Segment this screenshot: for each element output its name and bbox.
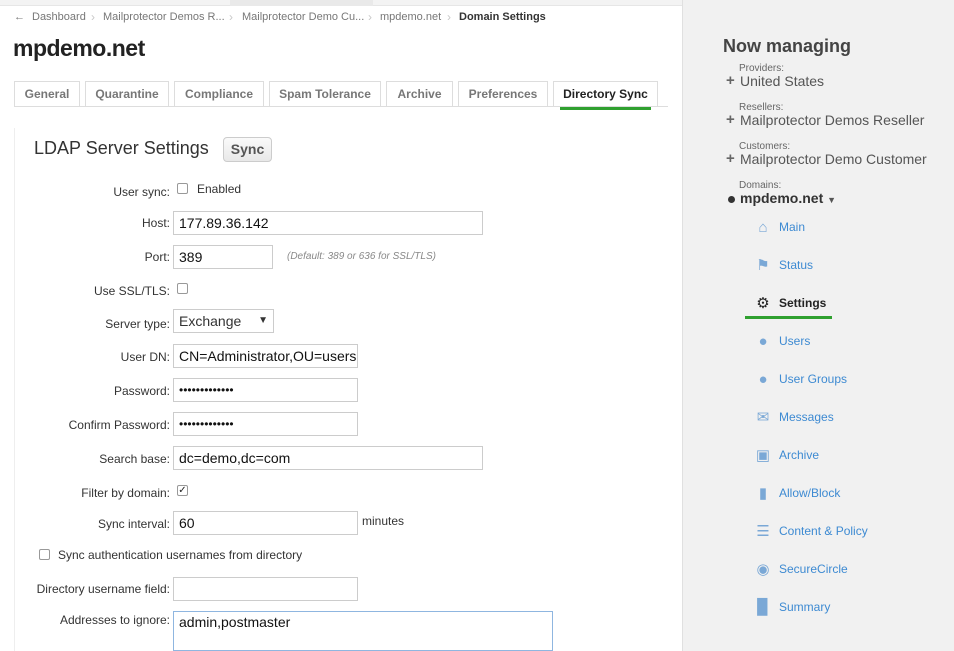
main-content: ← Dashboard › Mailprotector Demos R... ›… bbox=[0, 0, 682, 651]
gear-icon: ⚙ bbox=[756, 295, 770, 312]
dropdown-arrow-icon: ▼ bbox=[258, 315, 268, 326]
breadcrumb-customer[interactable]: Mailprotector Demo Cu... bbox=[242, 11, 364, 23]
confirm-password-label: Confirm Password: bbox=[68, 418, 170, 432]
back-arrow-icon[interactable]: ← bbox=[14, 11, 25, 23]
provider-link[interactable]: United States bbox=[740, 73, 824, 89]
envelope-icon: ✉ bbox=[756, 409, 770, 426]
page-title: mpdemo.net bbox=[13, 35, 145, 61]
dir-username-label: Directory username field: bbox=[36, 582, 170, 596]
tab-general[interactable]: General bbox=[14, 81, 80, 107]
flag-icon: ⚑ bbox=[756, 257, 770, 274]
sidebar-item-label: Status bbox=[779, 258, 814, 272]
section-title: LDAP Server Settings bbox=[34, 138, 209, 158]
tabs-divider bbox=[14, 106, 668, 107]
user-dn-label: User DN: bbox=[120, 350, 170, 364]
sync-interval-input[interactable]: 60 bbox=[173, 511, 358, 535]
tab-spam-tolerance[interactable]: Spam Tolerance bbox=[269, 81, 381, 107]
archive-icon: ▣ bbox=[755, 447, 771, 464]
user-dn-input[interactable]: CN=Administrator,OU=users bbox=[173, 344, 358, 368]
breadcrumb-separator: › bbox=[447, 10, 451, 24]
sidebar-item-label: Settings bbox=[779, 296, 827, 310]
door-icon: ▮ bbox=[758, 485, 768, 502]
domain-current[interactable]: mpdemo.net ▼ bbox=[740, 190, 836, 206]
breadcrumb-reseller[interactable]: Mailprotector Demos R... bbox=[103, 11, 225, 23]
caret-down-icon[interactable]: ▼ bbox=[827, 195, 836, 205]
expand-plus-icon[interactable]: + bbox=[726, 72, 735, 89]
home-icon: ⌂ bbox=[758, 219, 768, 236]
user-icon: ● bbox=[758, 333, 768, 350]
domain-name: mpdemo.net bbox=[740, 190, 824, 206]
securecircle-icon: ◉ bbox=[756, 561, 770, 578]
tab-preferences[interactable]: Preferences bbox=[458, 81, 548, 107]
port-hint: (Default: 389 or 636 for SSL/TLS) bbox=[287, 251, 436, 262]
port-input[interactable]: 389 bbox=[173, 245, 273, 269]
sidebar-item-label: Allow/Block bbox=[779, 486, 841, 500]
host-input[interactable]: 177.89.36.142 bbox=[173, 211, 483, 235]
password-label: Password: bbox=[113, 384, 170, 398]
filter-domain-label: Filter by domain: bbox=[81, 486, 170, 500]
active-indicator bbox=[745, 316, 832, 319]
sidebar-heading: Now managing bbox=[723, 36, 852, 56]
user-sync-checkbox[interactable] bbox=[177, 183, 188, 194]
server-type-label: Server type: bbox=[105, 317, 170, 331]
port-label: Port: bbox=[144, 250, 170, 264]
server-type-select[interactable]: Exchange ▼ bbox=[173, 309, 274, 333]
sync-interval-label: Sync interval: bbox=[97, 517, 170, 531]
user-groups-icon: ● bbox=[758, 371, 768, 388]
sidebar-item-label: Users bbox=[779, 334, 811, 348]
server-type-value: Exchange bbox=[179, 313, 242, 329]
expand-plus-icon[interactable]: + bbox=[726, 150, 735, 167]
tab-archive[interactable]: Archive bbox=[386, 81, 453, 107]
breadcrumb-domain[interactable]: mpdemo.net bbox=[380, 11, 441, 23]
user-sync-label: User sync: bbox=[113, 185, 170, 199]
dir-username-input[interactable] bbox=[173, 577, 358, 601]
sidebar-item-label: User Groups bbox=[779, 372, 848, 386]
filter-domain-checkbox[interactable]: ✓ bbox=[177, 485, 188, 496]
sync-button[interactable]: Sync bbox=[223, 137, 272, 162]
document-icon: ☰ bbox=[756, 523, 770, 540]
sync-interval-unit: minutes bbox=[362, 514, 405, 528]
panel-border bbox=[14, 128, 15, 651]
password-input[interactable]: ••••••••••••• bbox=[173, 378, 358, 402]
tab-directory-sync[interactable]: Directory Sync bbox=[553, 81, 658, 110]
search-base-input[interactable]: dc=demo,dc=com bbox=[173, 446, 483, 470]
tab-compliance[interactable]: Compliance bbox=[174, 81, 264, 107]
sidebar-item-label: Archive bbox=[779, 448, 820, 462]
user-sync-enabled-label: Enabled bbox=[197, 182, 242, 196]
addresses-ignore-textarea[interactable]: admin,postmaster bbox=[173, 611, 553, 651]
search-base-label: Search base: bbox=[99, 452, 170, 466]
reseller-link[interactable]: Mailprotector Demos Reseller bbox=[740, 112, 924, 128]
breadcrumb-separator: › bbox=[229, 10, 233, 24]
sidebar-item-label: Messages bbox=[779, 410, 834, 424]
sidebar-item-label: SecureCircle bbox=[779, 562, 848, 576]
bullet-icon bbox=[728, 196, 735, 203]
breadcrumb-separator: › bbox=[368, 10, 372, 24]
breadcrumb-current: Domain Settings bbox=[459, 11, 546, 23]
sync-auth-checkbox[interactable] bbox=[39, 549, 50, 560]
expand-plus-icon[interactable]: + bbox=[726, 111, 735, 128]
breadcrumb-separator: › bbox=[91, 10, 95, 24]
sidebar-item-label: Main bbox=[779, 220, 806, 234]
breadcrumb-dashboard[interactable]: Dashboard bbox=[32, 11, 86, 23]
ssl-label: Use SSL/TLS: bbox=[93, 284, 170, 298]
bar-chart-icon: ▉ bbox=[757, 599, 769, 616]
addresses-ignore-label: Addresses to ignore: bbox=[59, 613, 170, 627]
host-label: Host: bbox=[141, 216, 170, 230]
customer-link[interactable]: Mailprotector Demo Customer bbox=[740, 151, 927, 167]
sidebar-item-label: Content & Policy bbox=[779, 524, 868, 538]
top-bar bbox=[0, 0, 682, 6]
tab-quarantine[interactable]: Quarantine bbox=[85, 81, 169, 107]
sidebar-item-label: Summary bbox=[779, 600, 831, 614]
sidebar: Now managing Providers: + United States … bbox=[682, 0, 954, 651]
sync-auth-label: Sync authentication usernames from direc… bbox=[58, 548, 303, 562]
ssl-checkbox[interactable] bbox=[177, 283, 188, 294]
confirm-password-input[interactable]: ••••••••••••• bbox=[173, 412, 358, 436]
